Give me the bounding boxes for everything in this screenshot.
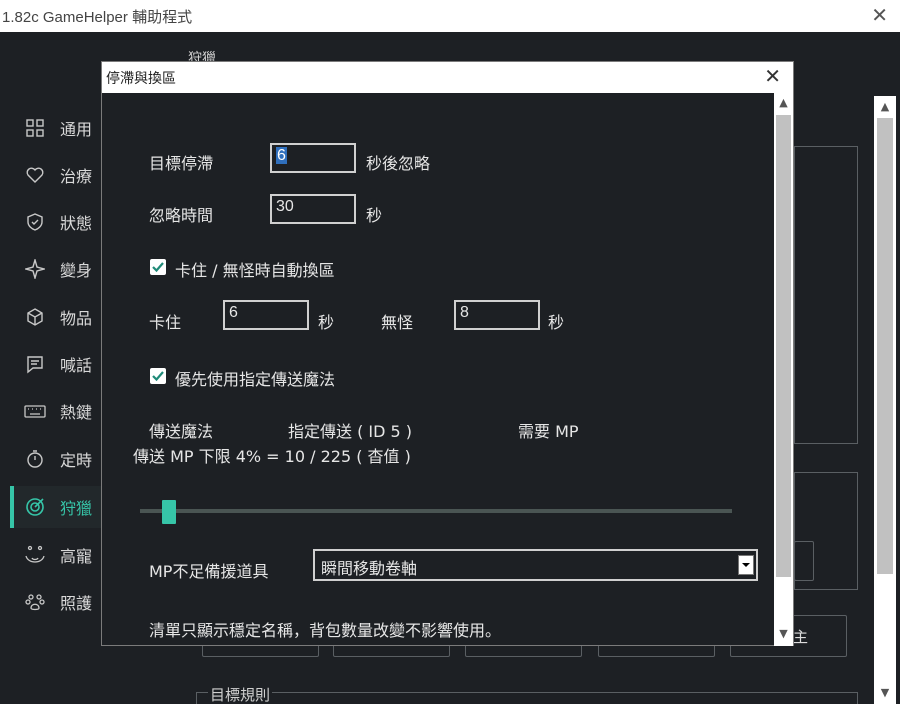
- keyboard-icon: [24, 400, 46, 422]
- target-rules-group: [196, 692, 858, 704]
- window-title: 1.82c GameHelper 輔助程式: [2, 9, 193, 26]
- dialog-close-icon[interactable]: ✕: [764, 65, 781, 87]
- ignore-time-suffix: 秒: [366, 206, 383, 225]
- sidebar-item-transform[interactable]: 變身: [10, 248, 102, 290]
- sidebar-item-hunt[interactable]: 狩獵: [10, 486, 102, 528]
- scroll-up-icon[interactable]: ▲: [874, 98, 896, 116]
- sidebar-item-label: 喊話: [60, 356, 93, 375]
- sidebar-item-items[interactable]: 物品: [10, 296, 102, 338]
- cube-icon: [24, 306, 46, 328]
- ignore-time-value: 30: [276, 198, 294, 215]
- mp-limit-slider-handle[interactable]: [162, 500, 176, 524]
- sidebar-item-care[interactable]: 照護: [10, 581, 102, 623]
- chat-icon: [24, 353, 46, 375]
- timer-icon: [24, 448, 46, 470]
- stall-switch-dialog: 停滯與換區 ✕ 目標停滯 6 秒後忽略 忽略時間 30 秒 卡住 / 無怪時自動…: [101, 61, 794, 646]
- dropdown-arrow-icon[interactable]: [738, 555, 754, 575]
- mp-item-selected-value: 瞬間移動卷軸: [321, 559, 418, 578]
- sparkle-icon: [24, 258, 46, 280]
- sidebar: 通用 治療 狀態 變身 物品 喊話 熱鍵 定時 狩獵 高寵 照護: [0, 32, 102, 704]
- scroll-down-icon[interactable]: ▼: [774, 624, 793, 644]
- sidebar-item-label: 高寵: [60, 547, 93, 566]
- dialog-body: 目標停滯 6 秒後忽略 忽略時間 30 秒 卡住 / 無怪時自動換區 卡住 6 …: [102, 93, 774, 646]
- pet-face-icon: [24, 544, 46, 566]
- no-monster-label: 無怪: [381, 313, 414, 332]
- sidebar-item-shout[interactable]: 喊話: [10, 343, 102, 385]
- target-icon: [24, 496, 46, 518]
- auto-switch-label: 卡住 / 無怪時自動換區: [175, 261, 335, 280]
- check-icon: [152, 371, 164, 382]
- stuck-label: 卡住: [149, 313, 182, 332]
- heart-icon: [24, 164, 46, 186]
- no-monster-unit: 秒: [548, 313, 565, 332]
- sidebar-item-heal[interactable]: 治療: [10, 154, 102, 196]
- shield-icon: [24, 211, 46, 233]
- stuck-seconds-input[interactable]: 6: [223, 300, 309, 330]
- sidebar-item-timer[interactable]: 定時: [10, 438, 102, 480]
- background-button[interactable]: [794, 541, 814, 581]
- dialog-title: 停滯與換區: [106, 71, 176, 87]
- teleport-spec-text: 指定傳送 ( ID 5 ): [288, 422, 413, 441]
- target-stall-suffix: 秒後忽略: [366, 154, 431, 173]
- mp-item-label: MP不足備援道具: [149, 562, 269, 581]
- mp-limit-slider-track[interactable]: [140, 509, 732, 513]
- scroll-up-icon[interactable]: ▲: [774, 93, 793, 113]
- no-monster-value: 8: [460, 304, 469, 321]
- sidebar-item-status[interactable]: 狀態: [10, 201, 102, 243]
- prefer-teleport-label: 優先使用指定傳送魔法: [175, 370, 336, 389]
- sidebar-item-general[interactable]: 通用: [10, 107, 102, 149]
- auto-switch-checkbox[interactable]: [150, 259, 166, 275]
- sidebar-item-label: 狀態: [60, 214, 93, 233]
- target-stall-label: 目標停滯: [149, 154, 214, 173]
- window-titlebar: 1.82c GameHelper 輔助程式 ✕: [0, 0, 900, 32]
- sidebar-item-label: 變身: [60, 261, 93, 280]
- sidebar-item-pet[interactable]: 高寵: [10, 534, 102, 576]
- stuck-value: 6: [229, 304, 238, 321]
- window-scrollbar[interactable]: ▲ ▼: [874, 96, 896, 704]
- sidebar-item-hotkey[interactable]: 熱鍵: [10, 390, 102, 432]
- prefer-teleport-checkbox[interactable]: [150, 368, 166, 384]
- check-icon: [152, 262, 164, 273]
- grid-icon: [24, 117, 46, 139]
- mp-required-label: 需要 MP: [518, 422, 579, 441]
- sidebar-item-label: 照護: [60, 594, 93, 613]
- scrollbar-thumb[interactable]: [776, 115, 791, 577]
- sidebar-item-label: 物品: [60, 309, 93, 328]
- sidebar-item-label: 治療: [60, 167, 93, 186]
- target-rules-label: 目標規則: [208, 684, 273, 704]
- mp-limit-text: 傳送 MP 下限 4% = 10 / 225 ( 杳值 ): [133, 447, 411, 466]
- window-close-icon[interactable]: ✕: [871, 4, 888, 26]
- dialog-scrollbar[interactable]: ▲ ▼: [774, 93, 793, 646]
- no-monster-seconds-input[interactable]: 8: [454, 300, 540, 330]
- stuck-unit: 秒: [318, 313, 335, 332]
- ignore-time-input[interactable]: 30: [270, 194, 356, 224]
- teleport-magic-label: 傳送魔法: [149, 422, 214, 441]
- sidebar-item-label: 定時: [60, 451, 93, 470]
- sidebar-item-label: 狩獵: [60, 499, 93, 518]
- scroll-down-icon[interactable]: ▼: [874, 684, 896, 702]
- background-button-label: 主: [793, 628, 809, 646]
- paw-icon: [24, 591, 46, 613]
- ignore-time-label: 忽略時間: [149, 206, 214, 225]
- scrollbar-thumb[interactable]: [877, 118, 893, 574]
- sidebar-item-label: 通用: [60, 120, 93, 139]
- sidebar-item-label: 熱鍵: [60, 403, 93, 422]
- dialog-titlebar: 停滯與換區 ✕: [102, 62, 793, 93]
- note-text: 清單只顯示穩定名稱，背包數量改變不影響使用。: [149, 621, 502, 640]
- target-stall-input[interactable]: 6: [270, 143, 356, 173]
- mp-item-select[interactable]: 瞬間移動卷軸: [313, 549, 758, 581]
- background-panel: [794, 146, 858, 444]
- target-stall-value: 6: [276, 147, 287, 164]
